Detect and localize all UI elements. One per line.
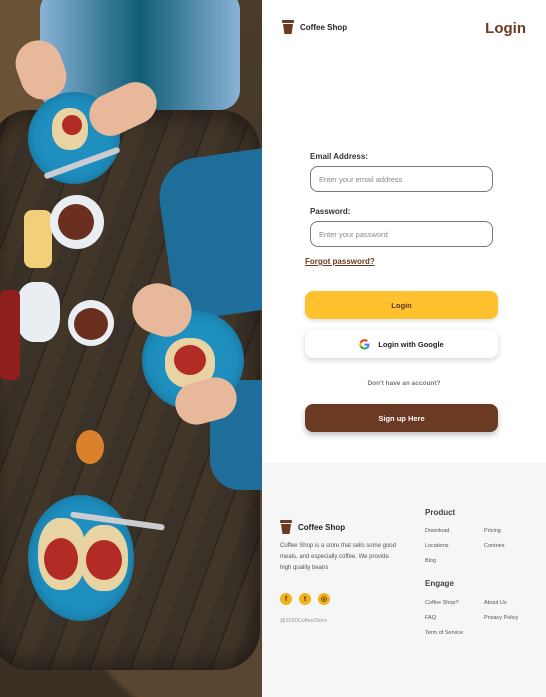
footer-description: Coffee Shop is a store that sells some g… [280,543,396,571]
login-button[interactable]: Login [305,291,498,319]
footer-brand[interactable]: Coffee Shop [280,520,345,534]
footer-link-about-us[interactable]: About Us [484,600,507,606]
footer-link-contries[interactable]: Contries [484,543,504,549]
instagram-icon[interactable]: ◎ [318,593,330,605]
google-login-button[interactable]: Login with Google [305,330,498,358]
login-button-label: Login [391,300,412,310]
password-label: Password: [310,207,351,216]
signup-button[interactable]: Sign up Here [305,404,498,432]
footer-link-pricing[interactable]: Pricing [484,528,501,534]
copyright: @2020CoffeeStore [280,618,328,624]
engage-heading: Engage [425,579,454,588]
footer-link-locations[interactable]: Locations [425,543,449,549]
social-links: f t ◎ [280,593,330,605]
page-title: Login [485,20,526,37]
email-field[interactable] [310,166,493,192]
signup-button-label: Sign up Here [378,413,425,423]
coffee-table-photo [0,0,262,697]
twitter-icon[interactable]: t [299,593,311,605]
login-panel: Coffee Shop Login Email Address: Passwor… [262,0,546,697]
brand-name: Coffee Shop [300,22,348,32]
facebook-icon[interactable]: f [280,593,292,605]
coffee-cup-icon [280,520,292,534]
no-account-text: Don't have an account? [367,380,441,387]
footer-link-coffee-shop[interactable]: Coffee Shop? [425,600,459,606]
google-icon [359,338,370,350]
product-heading: Product [425,508,456,517]
coffee-cup-icon [282,20,294,34]
email-label: Email Address: [310,152,368,161]
footer: Coffee Shop Coffee Shop is a store that … [262,463,546,697]
footer-link-term-of-service[interactable]: Term of Service [425,630,463,636]
header: Coffee Shop Login [262,0,546,60]
google-button-label: Login with Google [378,339,444,349]
password-field[interactable] [310,221,493,247]
footer-link-blog[interactable]: Blog [425,558,436,564]
footer-brand-name: Coffee Shop [298,522,346,532]
footer-link-privacy-policy[interactable]: Privacy Policy [484,615,518,621]
login-page: Coffee Shop Login Email Address: Passwor… [0,0,546,697]
footer-link-download[interactable]: Download [425,528,449,534]
brand[interactable]: Coffee Shop [282,20,347,34]
footer-link-faq[interactable]: FAQ [425,615,436,621]
forgot-password-link[interactable]: Forgot password? [305,257,375,266]
